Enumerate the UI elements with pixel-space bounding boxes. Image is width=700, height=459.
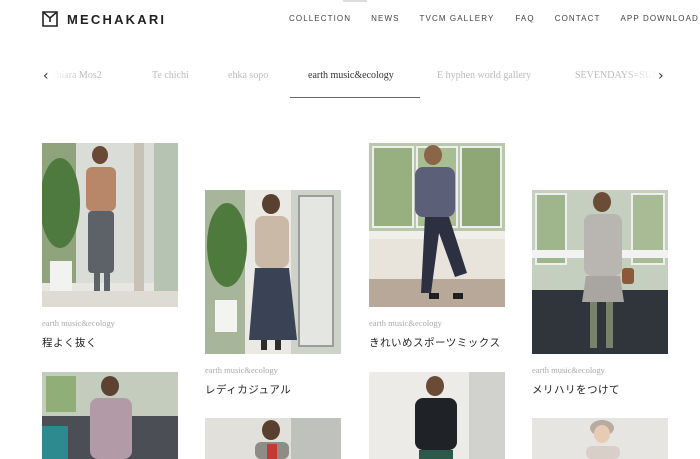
lookbook-photo	[369, 372, 505, 459]
logo[interactable]: MECHAKARI	[41, 10, 166, 28]
site-header: MECHAKARI COLLECTION NEWS TVCM GALLERY F…	[0, 0, 700, 40]
lookbook-photo	[532, 418, 668, 459]
logo-text: MECHAKARI	[67, 11, 167, 27]
active-brand-underline	[290, 97, 420, 98]
card-brand: earth music&ecology	[532, 365, 605, 375]
lookbook-card[interactable]: earth music&ecology 程よく抜く	[42, 143, 178, 353]
chevron-right-icon[interactable]: ›	[658, 68, 664, 84]
lookbook-photo	[42, 143, 178, 307]
lookbook-card[interactable]: earth music&ecology レディカジュアル	[205, 190, 341, 400]
nav-faq[interactable]: FAQ	[515, 14, 534, 23]
lookbook-card[interactable]: earth music&ecology きれいめスポーツミックス	[369, 143, 505, 353]
brand-tab-sevendays[interactable]: SEVENDAYS=SUNDAY	[575, 70, 657, 81]
lookbook-card[interactable]: earth music&ecology メリハリをつけて	[532, 190, 668, 400]
brand-tab-ehka-sopo[interactable]: ehka sopo	[228, 70, 268, 81]
card-brand: earth music&ecology	[205, 365, 278, 375]
nav-news[interactable]: NEWS	[371, 14, 399, 23]
brand-tab-te-chichi[interactable]: Te chichi	[152, 70, 189, 81]
card-brand: earth music&ecology	[42, 318, 115, 328]
card-title: メリハリをつけて	[532, 384, 620, 396]
lookbook-card[interactable]	[532, 418, 668, 459]
main-nav: COLLECTION NEWS TVCM GALLERY FAQ CONTACT…	[289, 14, 699, 23]
chevron-left-icon[interactable]: ‹	[43, 68, 49, 84]
lookbook-photo	[369, 143, 505, 307]
nav-app-download[interactable]: APP DOWNLOAD	[620, 14, 698, 23]
card-brand: earth music&ecology	[369, 318, 442, 328]
lookbook-card[interactable]	[205, 418, 341, 459]
nav-contact[interactable]: CONTACT	[555, 14, 601, 23]
mechakari-logo-icon	[42, 11, 58, 27]
card-title: レディカジュアル	[205, 384, 292, 396]
nav-collection[interactable]: COLLECTION	[289, 14, 351, 23]
lookbook-photo	[532, 190, 668, 354]
brand-tab-e-hyphen[interactable]: E hyphen world gallery	[437, 70, 531, 81]
brand-carousel: ‹ chiara Mos2 Te chichi ehka sopo earth …	[0, 58, 700, 98]
brand-tab-chiara[interactable]: chiara Mos2	[52, 70, 102, 81]
card-title: きれいめスポーツミックス	[369, 337, 501, 349]
lookbook-photo	[42, 372, 178, 459]
lookbook-photo	[205, 418, 341, 459]
scroll-indicator	[343, 0, 367, 2]
lookbook-card[interactable]	[369, 372, 505, 459]
lookbook-photo	[205, 190, 341, 354]
card-title: 程よく抜く	[42, 337, 97, 349]
brand-tab-earth-music-ecology[interactable]: earth music&ecology	[308, 70, 394, 81]
lookbook-card[interactable]	[42, 372, 178, 459]
nav-tvcm-gallery[interactable]: TVCM GALLERY	[420, 14, 495, 23]
